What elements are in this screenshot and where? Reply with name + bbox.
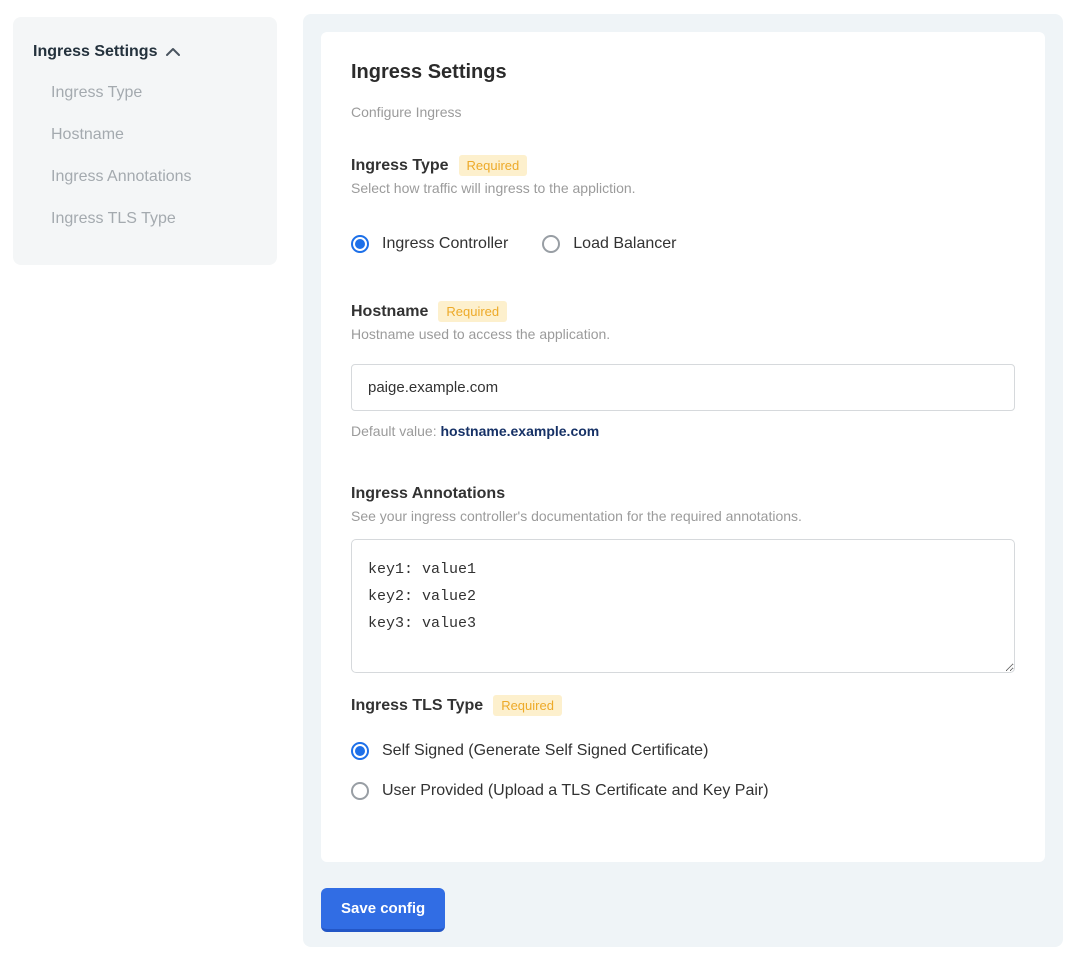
ingress-annotations-label: Ingress Annotations bbox=[351, 484, 505, 504]
hostname-default-value: Default value: hostname.example.com bbox=[351, 423, 1015, 439]
section-ingress-type: Ingress Type Required Select how traffic… bbox=[351, 155, 1015, 253]
hostname-label: Hostname bbox=[351, 302, 428, 322]
config-nav-sidebar: Ingress Settings Ingress Type Hostname I… bbox=[13, 17, 277, 265]
sidebar-item-ingress-annotations[interactable]: Ingress Annotations bbox=[51, 167, 257, 186]
radio-button-icon[interactable] bbox=[351, 742, 369, 760]
radio-load-balancer[interactable]: Load Balancer bbox=[542, 235, 676, 253]
required-badge: Required bbox=[493, 695, 562, 716]
sidebar-item-ingress-type[interactable]: Ingress Type bbox=[51, 83, 257, 102]
sidebar-item-list: Ingress Type Hostname Ingress Annotation… bbox=[33, 83, 257, 228]
sidebar-item-hostname[interactable]: Hostname bbox=[51, 125, 257, 144]
radio-load-balancer-label: Load Balancer bbox=[573, 235, 676, 253]
radio-ingress-controller-label: Ingress Controller bbox=[382, 235, 508, 253]
radio-button-icon[interactable] bbox=[351, 235, 369, 253]
sidebar-group-header[interactable]: Ingress Settings bbox=[33, 43, 257, 61]
ingress-type-help: Select how traffic will ingress to the a… bbox=[351, 180, 1015, 197]
default-value-prefix: Default value: bbox=[351, 423, 437, 439]
required-badge: Required bbox=[459, 155, 528, 176]
ingress-type-label: Ingress Type bbox=[351, 156, 449, 176]
section-ingress-annotations: Ingress Annotations See your ingress con… bbox=[351, 484, 1015, 673]
config-panel: Ingress Settings Configure Ingress Ingre… bbox=[303, 14, 1063, 947]
hostname-input[interactable] bbox=[351, 364, 1015, 411]
ingress-annotations-help: See your ingress controller's documentat… bbox=[351, 508, 1015, 525]
radio-self-signed[interactable]: Self Signed (Generate Self Signed Certif… bbox=[351, 742, 1015, 760]
ingress-tls-type-label: Ingress TLS Type bbox=[351, 696, 483, 716]
hostname-help: Hostname used to access the application. bbox=[351, 326, 1015, 343]
default-value-text: hostname.example.com bbox=[441, 423, 600, 439]
radio-button-icon[interactable] bbox=[351, 782, 369, 800]
save-config-button[interactable]: Save config bbox=[321, 888, 445, 932]
ingress-type-radio-group: Ingress Controller Load Balancer bbox=[351, 235, 1015, 253]
sidebar-group-title: Ingress Settings bbox=[33, 43, 157, 61]
section-hostname: Hostname Required Hostname used to acces… bbox=[351, 301, 1015, 439]
required-badge: Required bbox=[438, 301, 507, 322]
radio-ingress-controller[interactable]: Ingress Controller bbox=[351, 235, 508, 253]
radio-user-provided[interactable]: User Provided (Upload a TLS Certificate … bbox=[351, 782, 1015, 800]
chevron-up-icon bbox=[165, 47, 181, 57]
page-title: Ingress Settings bbox=[351, 60, 1015, 84]
sidebar-item-ingress-tls-type[interactable]: Ingress TLS Type bbox=[51, 209, 257, 228]
config-card: Ingress Settings Configure Ingress Ingre… bbox=[321, 32, 1045, 862]
radio-button-icon[interactable] bbox=[542, 235, 560, 253]
radio-user-provided-label: User Provided (Upload a TLS Certificate … bbox=[382, 782, 769, 800]
ingress-tls-radio-group: Self Signed (Generate Self Signed Certif… bbox=[351, 742, 1015, 800]
ingress-annotations-textarea[interactable]: key1: value1 key2: value2 key3: value3 bbox=[351, 539, 1015, 673]
section-ingress-tls-type: Ingress TLS Type Required Self Signed (G… bbox=[351, 695, 1015, 800]
page-subtitle: Configure Ingress bbox=[351, 104, 1015, 120]
radio-self-signed-label: Self Signed (Generate Self Signed Certif… bbox=[382, 742, 708, 760]
